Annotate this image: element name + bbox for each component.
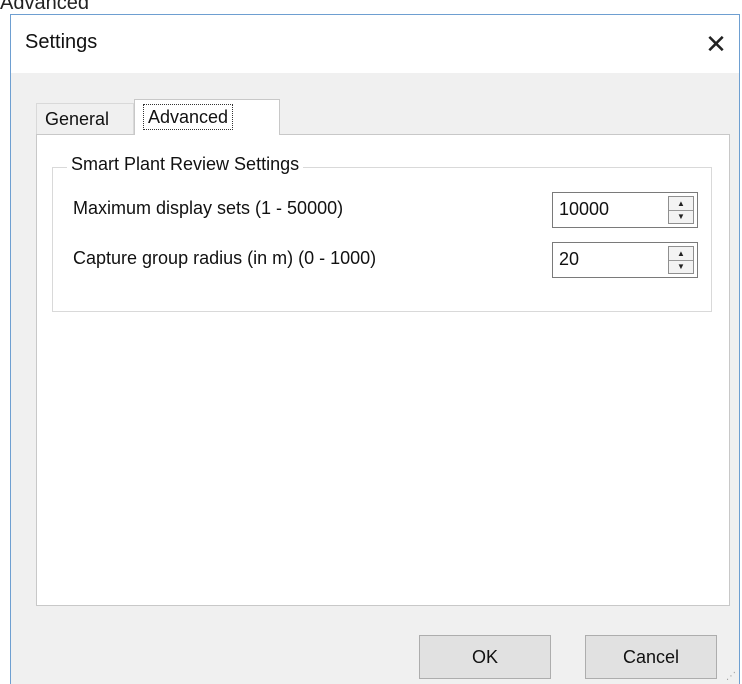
capture-group-radius-label: Capture group radius (in m) (0 - 1000): [73, 248, 377, 268]
title-bar[interactable]: Settings ✕: [11, 15, 739, 73]
background-window-title: Advanced: [0, 0, 89, 14]
capture-group-radius-spin-buttons[interactable]: ▲ ▼: [668, 246, 694, 274]
maximum-display-sets-spin-buttons[interactable]: ▲ ▼: [668, 196, 694, 224]
chevron-up-icon[interactable]: ▲: [669, 197, 693, 211]
settings-dialog: Settings ✕ General Advanced Smart Plant …: [10, 14, 740, 684]
resize-grip-icon[interactable]: ⋰: [726, 671, 736, 682]
ok-button[interactable]: OK: [419, 635, 551, 679]
chevron-down-icon[interactable]: ▼: [669, 260, 693, 273]
group-title: Smart Plant Review Settings: [67, 154, 304, 175]
tab-general[interactable]: General: [36, 103, 134, 135]
screen: Advanced Settings ✕ General Advanced Sma…: [0, 0, 742, 684]
cancel-button[interactable]: Cancel: [585, 635, 717, 679]
advanced-tab-panel: Smart Plant Review Settings Maximum disp…: [36, 134, 730, 606]
maximum-display-sets-stepper[interactable]: 10000 ▲ ▼: [552, 192, 698, 228]
maximum-display-sets-label: Maximum display sets (1 - 50000): [73, 198, 344, 218]
capture-group-radius-stepper[interactable]: 20 ▲ ▼: [552, 242, 698, 278]
chevron-down-icon[interactable]: ▼: [669, 210, 693, 223]
maximum-display-sets-input[interactable]: 10000: [559, 199, 609, 220]
chevron-up-icon[interactable]: ▲: [669, 247, 693, 261]
tab-advanced[interactable]: Advanced: [134, 99, 280, 135]
dialog-title: Settings: [25, 31, 98, 53]
close-button[interactable]: ✕: [693, 15, 739, 73]
capture-group-radius-input[interactable]: 20: [559, 249, 579, 270]
close-icon: ✕: [705, 28, 727, 59]
tab-advanced-label: Advanced: [143, 104, 234, 130]
smart-plant-review-settings-group: Smart Plant Review Settings Maximum disp…: [52, 154, 712, 312]
